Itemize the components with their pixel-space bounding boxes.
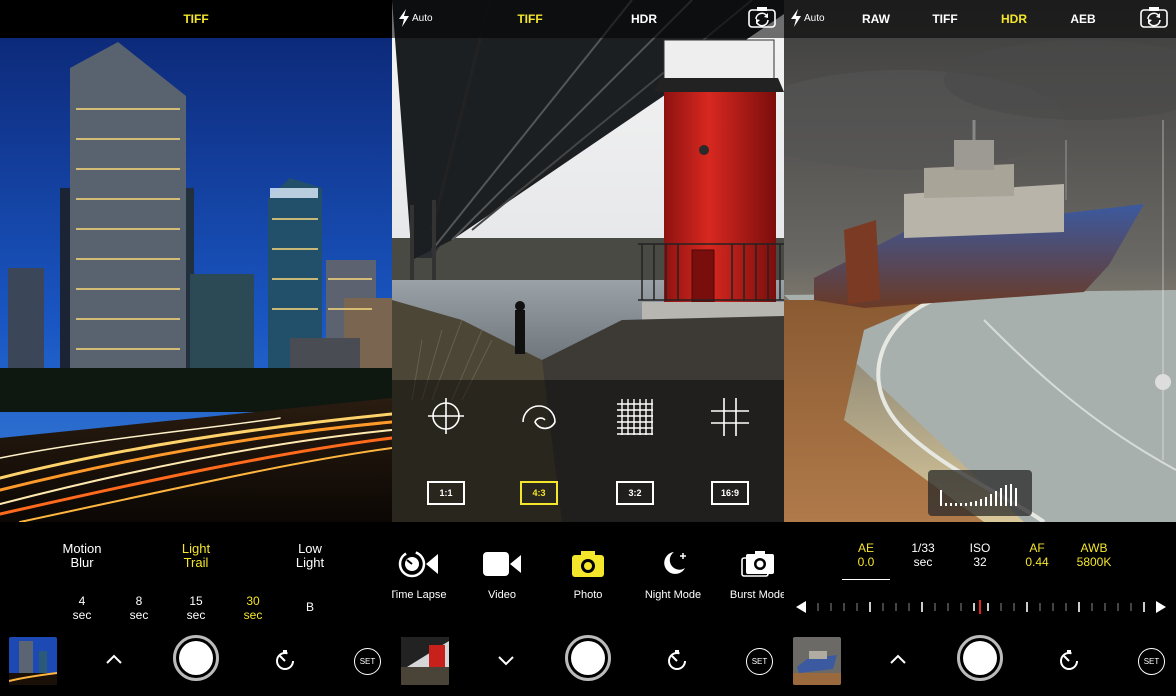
night-mode-icon — [664, 552, 686, 574]
grid-dense-icon[interactable] — [616, 398, 654, 436]
format-aeb-tab[interactable]: AEB — [1070, 12, 1095, 26]
exposure-ruler[interactable] — [796, 600, 1166, 614]
mode-light-trail[interactable]: Light Trail — [151, 542, 241, 570]
photo-mode-screen: Auto TIFF HDR 1:1 4:3 3:2 16:9 Time Laps… — [392, 0, 784, 696]
param-ae-underline — [842, 579, 890, 580]
format-tiff-tab[interactable]: TIFF — [517, 12, 542, 26]
top-bar: Auto TIFF HDR — [392, 0, 784, 38]
flash-toggle[interactable]: Auto — [398, 9, 433, 27]
settings-button[interactable]: SET — [1138, 648, 1165, 675]
format-hdr-tab[interactable]: HDR — [1001, 12, 1027, 26]
aspect-4-3[interactable]: 4:3 — [520, 481, 558, 505]
switch-camera-icon[interactable] — [1140, 6, 1168, 28]
shipwreck-beach-photo — [784, 0, 1176, 522]
ruler-left-arrow-icon — [796, 601, 806, 613]
mode-time-lapse[interactable]: Time Lapse — [392, 550, 460, 601]
city-night-photo — [0, 38, 392, 522]
manual-controls-screen: Auto RAW TIFF HDR AEB AE 0.0 1/33 sec IS… — [784, 0, 1176, 696]
bottom-controls: Motion Blur Light Trail Low Light 4 sec 8 sec… — [0, 522, 392, 696]
format-tiff-label[interactable]: TIFF — [183, 12, 208, 26]
viewfinder[interactable] — [0, 38, 392, 522]
bottom-controls: Time Lapse Video Photo Night Mode Burst … — [392, 522, 784, 696]
flash-icon — [399, 9, 409, 27]
duration-8-sec[interactable]: 8 sec — [114, 594, 164, 622]
flash-label: Auto — [412, 12, 433, 24]
histogram — [928, 470, 1032, 516]
duration-4-sec[interactable]: 4 sec — [57, 594, 107, 622]
timer-icon[interactable] — [666, 649, 688, 671]
format-tiff-tab[interactable]: TIFF — [932, 12, 957, 26]
mode-burst[interactable]: Burst Mode — [716, 550, 784, 601]
last-photo-thumbnail[interactable] — [401, 637, 449, 685]
param-awb[interactable]: AWB 5800K — [1077, 541, 1112, 569]
param-af[interactable]: AF 0.44 — [1025, 541, 1048, 569]
aspect-1-1[interactable]: 1:1 — [427, 481, 465, 505]
mode-low-light[interactable]: Low Light — [265, 542, 355, 570]
chevron-up-icon[interactable] — [105, 653, 123, 665]
shutter-button[interactable] — [173, 635, 219, 681]
grid-options-overlay: 1:1 4:3 3:2 16:9 — [392, 380, 784, 522]
aspect-16-9[interactable]: 16:9 — [711, 481, 749, 505]
burst-mode-icon — [741, 551, 774, 577]
mode-night[interactable]: Night Mode — [631, 550, 715, 601]
shutter-button[interactable] — [565, 635, 611, 681]
settings-button[interactable]: SET — [354, 648, 381, 675]
video-icon — [483, 552, 521, 576]
last-photo-thumbnail[interactable] — [9, 637, 57, 685]
format-hdr-tab[interactable]: HDR — [631, 12, 657, 26]
timer-icon[interactable] — [274, 649, 296, 671]
histogram-bars — [940, 484, 1017, 506]
param-shutter-speed[interactable]: 1/33 sec — [911, 541, 934, 569]
duration-15-sec[interactable]: 15 sec — [171, 594, 221, 622]
mode-video[interactable]: Video — [460, 550, 544, 601]
param-iso[interactable]: ISO 32 — [970, 541, 991, 569]
format-raw-tab[interactable]: RAW — [862, 12, 890, 26]
golden-spiral-icon[interactable] — [521, 398, 557, 434]
flash-icon — [791, 9, 801, 27]
chevron-up-icon[interactable] — [889, 653, 907, 665]
duration-30-sec[interactable]: 30 sec — [228, 594, 278, 622]
crosshair-icon[interactable] — [428, 398, 464, 434]
top-bar: TIFF — [0, 0, 392, 38]
aspect-3-2[interactable]: 3:2 — [616, 481, 654, 505]
switch-camera-icon[interactable] — [748, 6, 776, 28]
ruler-right-arrow-icon — [1156, 601, 1166, 613]
shutter-button[interactable] — [957, 635, 1003, 681]
chevron-down-icon[interactable] — [497, 655, 515, 667]
flash-label: Auto — [804, 12, 825, 24]
bottom-controls: AE0.0 1/33sec ISO32 AF0.44 AWB5800K — [784, 522, 1176, 696]
mode-photo[interactable]: Photo — [546, 550, 630, 601]
time-lapse-icon — [398, 550, 438, 578]
camera-icon — [572, 551, 604, 577]
exposure-vertical-slider[interactable] — [1162, 120, 1164, 460]
mode-motion-blur[interactable]: Motion Blur — [37, 542, 127, 570]
param-ae[interactable]: AE 0.0 — [858, 541, 875, 569]
last-photo-thumbnail[interactable] — [793, 637, 841, 685]
timer-icon[interactable] — [1058, 649, 1080, 671]
top-bar: Auto RAW TIFF HDR AEB — [784, 0, 1176, 38]
grid-thirds-icon[interactable] — [711, 398, 749, 436]
exposure-slider-handle[interactable] — [1155, 374, 1171, 390]
duration-bulb[interactable]: B — [285, 600, 335, 614]
flash-toggle[interactable]: Auto — [790, 9, 825, 27]
viewfinder[interactable] — [784, 0, 1176, 522]
light-trail-screen: TIFF Motion Blur Light Trail Low Light 4… — [0, 0, 392, 696]
settings-button[interactable]: SET — [746, 648, 773, 675]
